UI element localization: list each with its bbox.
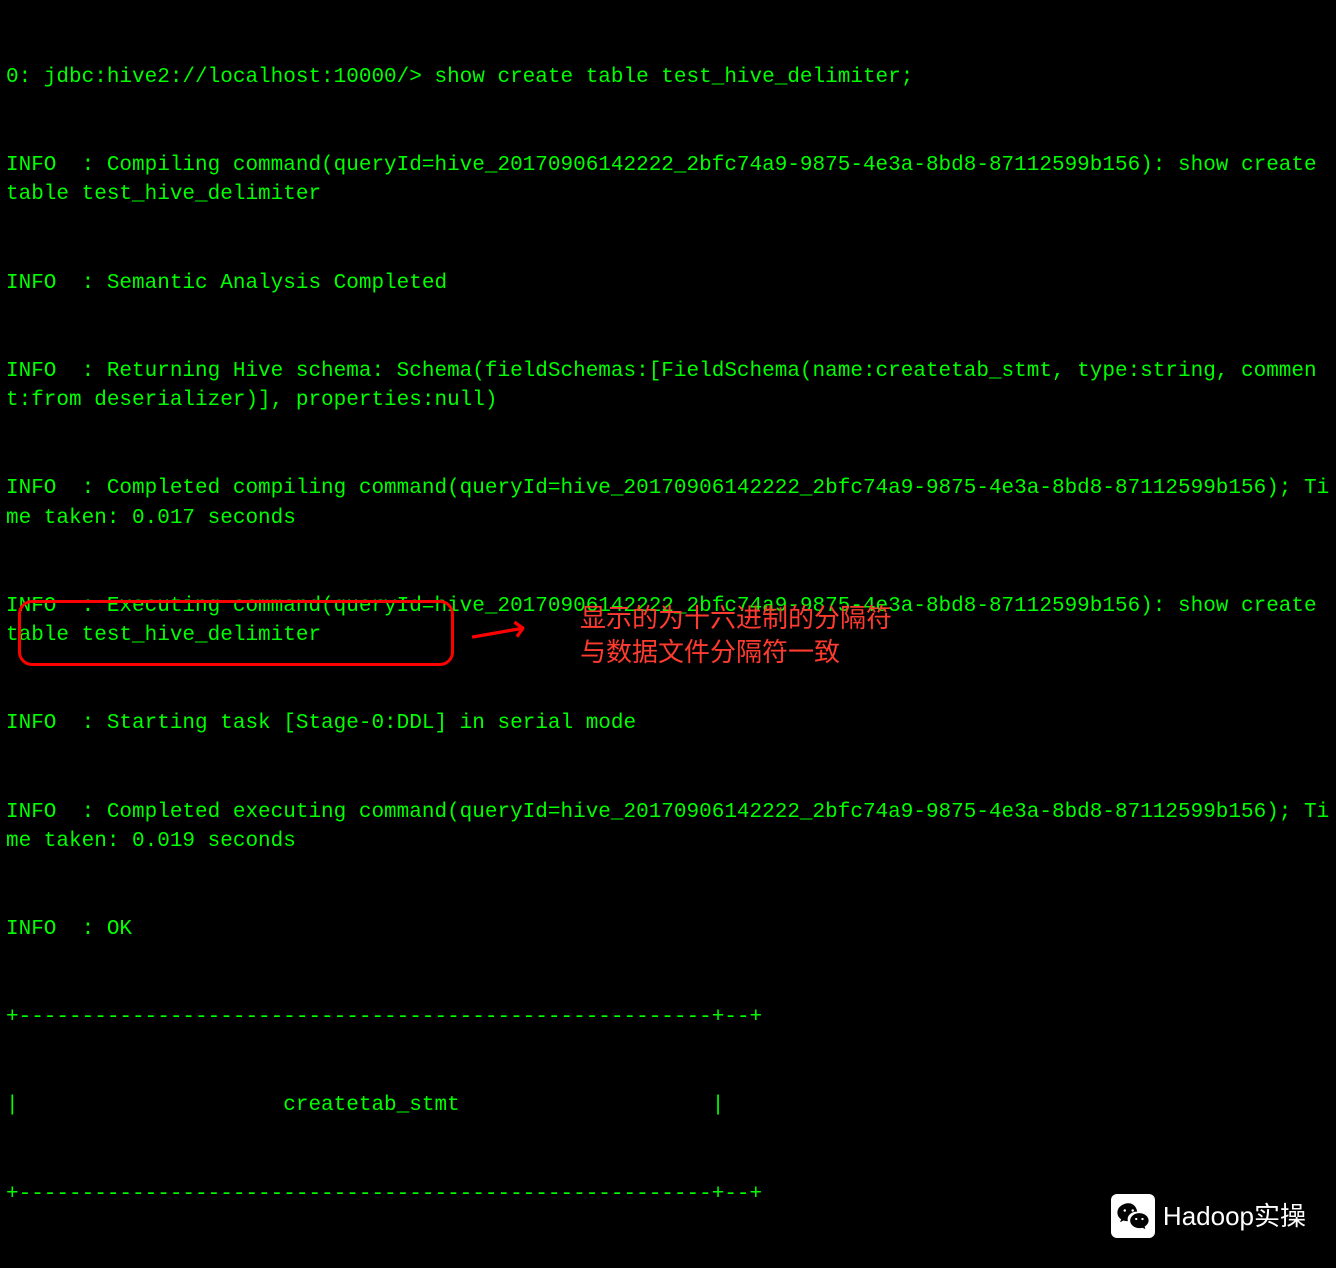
annotation-text: 显示的为十六进制的分隔符 与数据文件分隔符一致 [580, 602, 892, 670]
log-line: INFO : Completed executing command(query… [6, 798, 1330, 857]
wechat-icon [1111, 1194, 1155, 1238]
log-line: INFO : Compiling command(queryId=hive_20… [6, 151, 1330, 210]
table-header: | createtab_stmt | [6, 1091, 1330, 1120]
log-line: INFO : Completed compiling command(query… [6, 474, 1330, 533]
prompt-line: 0: jdbc:hive2://localhost:10000/> show c… [6, 63, 1330, 92]
log-line: INFO : Starting task [Stage-0:DDL] in se… [6, 709, 1330, 738]
log-line: INFO : OK [6, 915, 1330, 944]
log-line: INFO : Returning Hive schema: Schema(fie… [6, 357, 1330, 416]
watermark: Hadoop实操 [1111, 1194, 1306, 1238]
watermark-text: Hadoop实操 [1163, 1198, 1306, 1234]
table-border: +---------------------------------------… [6, 1003, 1330, 1032]
log-line: INFO : Semantic Analysis Completed [6, 269, 1330, 298]
